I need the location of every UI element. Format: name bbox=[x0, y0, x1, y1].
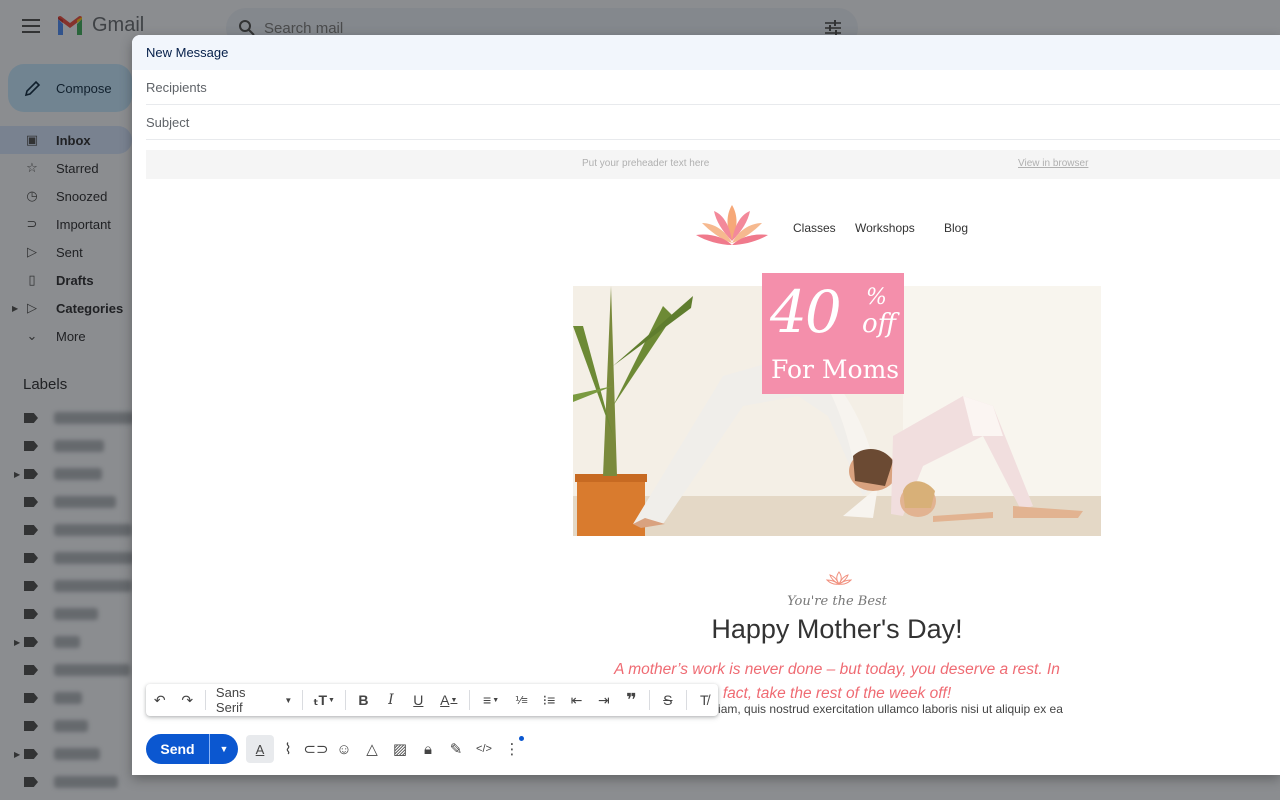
dropdown-arrow-icon: ▼ bbox=[284, 695, 293, 705]
recipients-placeholder: Recipients bbox=[146, 79, 207, 95]
toolbar-divider bbox=[649, 690, 651, 710]
notification-dot bbox=[519, 736, 524, 741]
email-nav-workshops[interactable]: Workshops bbox=[855, 221, 915, 235]
google-drive-icon[interactable]: △ bbox=[358, 735, 386, 763]
promo-off: off bbox=[862, 309, 897, 339]
compose-header[interactable]: New Message bbox=[132, 35, 1280, 70]
toolbar-divider bbox=[344, 690, 346, 710]
view-in-browser-link[interactable]: View in browser bbox=[1018, 158, 1088, 169]
promo-badge: 40 % off For Moms bbox=[762, 273, 904, 394]
promo-audience: For Moms bbox=[771, 355, 900, 384]
insert-link-icon[interactable]: ⊂⊃ bbox=[302, 735, 330, 763]
send-options-button[interactable]: ▼ bbox=[209, 734, 238, 764]
lotus-divider-icon bbox=[826, 571, 852, 585]
toolbar-divider bbox=[204, 690, 206, 710]
email-nav-blog[interactable]: Blog bbox=[944, 221, 968, 235]
more-options-icon[interactable]: ⋮ bbox=[498, 735, 526, 763]
font-family-select[interactable]: Sans Serif ▼ bbox=[210, 685, 298, 715]
formatting-toolbar: ↶ ↷ Sans Serif ▼ ₜT ▼ B I U A ▼ ≡ ▼ ⅟≡ ⁝≡ ⇤… bbox=[146, 684, 718, 716]
recipients-field[interactable]: Recipients bbox=[146, 70, 1280, 105]
toolbar-divider bbox=[469, 690, 471, 710]
quote-icon[interactable]: ❞ bbox=[618, 686, 645, 714]
promo-percent: % bbox=[866, 285, 887, 310]
toolbar-divider bbox=[685, 690, 687, 710]
email-headline: Happy Mother's Day! bbox=[711, 614, 963, 644]
indent-more-icon[interactable]: ⇥ bbox=[590, 686, 617, 714]
subject-field[interactable]: Subject bbox=[146, 105, 1280, 140]
font-size-icon[interactable]: ₜT ▼ bbox=[307, 686, 340, 714]
compose-title: New Message bbox=[146, 45, 229, 60]
redo-icon[interactable]: ↷ bbox=[173, 686, 200, 714]
formatting-options-icon[interactable]: A bbox=[246, 735, 274, 763]
caret-down-icon: ▼ bbox=[219, 744, 229, 754]
compose-window: New Message Recipients Subject Put your … bbox=[132, 35, 1280, 775]
compose-action-bar: Send ▼ A ⌇ ⊂⊃ ☺ △ ▨ 🔒︎ ✎ </> ⋮ bbox=[146, 732, 1280, 766]
email-nav-classes[interactable]: Classes bbox=[793, 221, 836, 235]
send-button[interactable]: Send bbox=[146, 734, 209, 764]
email-preheader-bar: Put your preheader text here View in bro… bbox=[146, 150, 1280, 179]
signature-icon[interactable]: ✎ bbox=[442, 735, 470, 763]
font-family-value: Sans Serif bbox=[215, 685, 246, 715]
strikethrough-icon[interactable]: S bbox=[654, 686, 681, 714]
undo-icon[interactable]: ↶ bbox=[146, 686, 173, 714]
insert-photo-icon[interactable]: ▨ bbox=[386, 735, 414, 763]
numbered-list-icon[interactable]: ⅟≡ bbox=[508, 686, 535, 714]
subject-placeholder: Subject bbox=[146, 114, 190, 130]
indent-less-icon[interactable]: ⇤ bbox=[563, 686, 590, 714]
preheader-text: Put your preheader text here bbox=[582, 158, 710, 169]
emoji-icon[interactable]: ☺ bbox=[330, 735, 358, 763]
text-color-icon[interactable]: A ▼ bbox=[432, 686, 465, 714]
bold-icon[interactable]: B bbox=[350, 686, 377, 714]
send-button-group: Send ▼ bbox=[146, 734, 238, 764]
confidential-mode-icon[interactable]: 🔒︎ bbox=[414, 735, 442, 763]
email-header-nav: Classes Workshops Blog bbox=[692, 198, 1092, 254]
promo-number: 40 bbox=[770, 278, 842, 346]
underline-icon[interactable]: U bbox=[405, 686, 432, 714]
attach-file-icon[interactable]: ⌇ bbox=[274, 735, 302, 763]
bulleted-list-icon[interactable]: ⁝≡ bbox=[535, 686, 562, 714]
html-code-icon[interactable]: </> bbox=[470, 735, 498, 763]
message-body[interactable]: Put your preheader text here View in bro… bbox=[146, 150, 1280, 720]
italic-icon[interactable]: I bbox=[377, 686, 404, 714]
email-eyebrow: You're the Best bbox=[787, 594, 887, 609]
remove-formatting-icon[interactable]: T̸ bbox=[691, 686, 718, 714]
toolbar-divider bbox=[302, 690, 304, 710]
lotus-logo-icon bbox=[696, 205, 768, 245]
align-icon[interactable]: ≡ ▼ bbox=[474, 686, 507, 714]
